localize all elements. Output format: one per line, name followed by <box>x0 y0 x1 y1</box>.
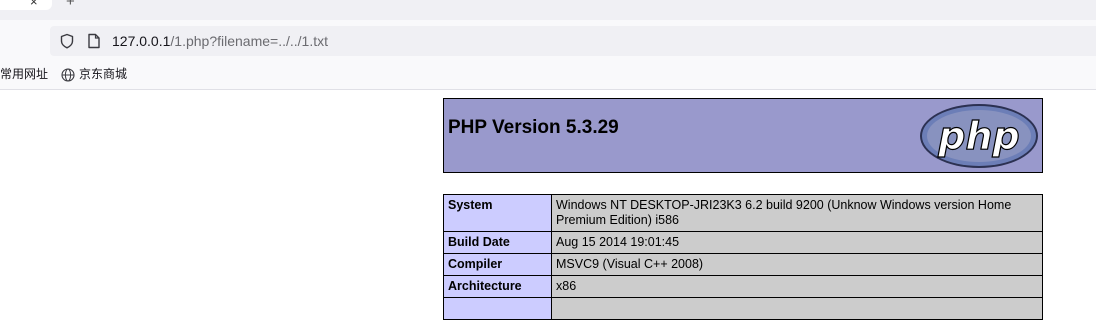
php-logo: php <box>920 104 1038 168</box>
page-title: PHP Version 5.3.29 <box>448 117 619 138</box>
php-version-header: PHP Version 5.3.29 php <box>443 98 1043 173</box>
navigation-bar: 127.0.0.1/1.php?filename=../../1.txt <box>0 20 1096 60</box>
row-value: Windows NT DESKTOP-JRI23K3 6.2 build 920… <box>551 194 1043 232</box>
url-host: 127.0.0.1 <box>112 33 171 49</box>
row-key <box>443 297 552 320</box>
shield-icon[interactable] <box>59 33 75 49</box>
url-text[interactable]: 127.0.0.1/1.php?filename=../../1.txt <box>112 33 328 49</box>
address-bar[interactable]: 127.0.0.1/1.php?filename=../../1.txt <box>50 26 1096 56</box>
bookmark-common-sites[interactable]: 常用网址 <box>0 67 48 82</box>
globe-icon <box>61 67 75 82</box>
row-key: Architecture <box>443 275 552 298</box>
bookmark-label: 京东商城 <box>79 67 128 81</box>
table-row <box>443 297 1043 320</box>
tab-strip: × + <box>0 0 1096 20</box>
php-logo-text: php <box>937 114 1019 158</box>
page-content: PHP Version 5.3.29 php System Windows NT… <box>0 90 1096 320</box>
row-key: System <box>443 194 552 232</box>
table-row: System Windows NT DESKTOP-JRI23K3 6.2 bu… <box>443 194 1043 232</box>
table-row: Build Date Aug 15 2014 19:01:45 <box>443 231 1043 254</box>
bookmarks-bar: 常用网址 京东商城 <box>0 60 1096 90</box>
bookmark-label: 常用网址 <box>0 67 49 81</box>
table-row: Compiler MSVC9 (Visual C++ 2008) <box>443 253 1043 276</box>
system-info-table: System Windows NT DESKTOP-JRI23K3 6.2 bu… <box>443 194 1043 320</box>
url-path: /1.php?filename=../../1.txt <box>170 33 328 49</box>
row-value: MSVC9 (Visual C++ 2008) <box>551 253 1043 276</box>
close-tab-icon[interactable]: × <box>30 0 38 8</box>
row-key: Compiler <box>443 253 552 276</box>
row-value: x86 <box>551 275 1043 298</box>
bookmark-jd[interactable]: 京东商城 <box>61 67 127 82</box>
row-key: Build Date <box>443 231 552 254</box>
new-tab-icon[interactable]: + <box>66 0 75 9</box>
active-tab[interactable]: × <box>0 0 52 10</box>
page-info-icon[interactable] <box>87 33 101 49</box>
table-row: Architecture x86 <box>443 275 1043 298</box>
row-value <box>551 297 1043 320</box>
row-value: Aug 15 2014 19:01:45 <box>551 231 1043 254</box>
